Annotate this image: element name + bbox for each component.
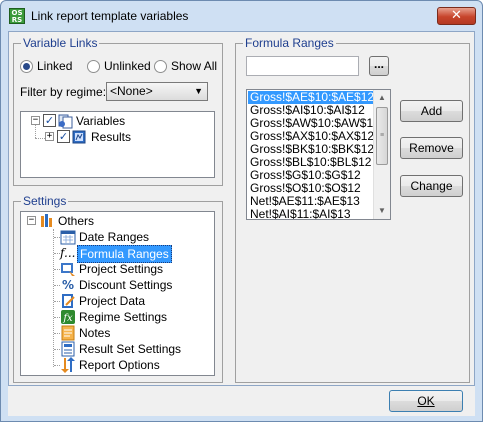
settings-item-project-settings[interactable]: Project Settings bbox=[21, 261, 211, 277]
browse-button[interactable]: ... bbox=[369, 56, 389, 76]
radio-show-all-label: Show All bbox=[171, 59, 218, 73]
formula-range-input[interactable] bbox=[246, 56, 359, 76]
settings-label-report-options: Report Options bbox=[79, 358, 160, 372]
project-data-icon bbox=[62, 294, 75, 308]
variable-links-title: Variable Links bbox=[21, 36, 100, 50]
results-checkbox[interactable]: ✓ bbox=[57, 130, 70, 143]
radio-linked-label: Linked bbox=[37, 59, 73, 73]
variables-icon bbox=[58, 114, 73, 129]
scroll-thumb[interactable]: ≡ bbox=[376, 107, 388, 165]
dialog-window: OS RS Link report template variables ✕ Va… bbox=[0, 0, 483, 422]
formula-ranges-title: Formula Ranges bbox=[243, 36, 336, 50]
expand-icon[interactable]: + bbox=[45, 132, 54, 141]
tree-label-variables: Variables bbox=[76, 114, 126, 128]
result-set-icon bbox=[61, 341, 75, 357]
notes-icon bbox=[61, 325, 75, 341]
calendar-icon bbox=[60, 230, 76, 245]
settings-label-date-ranges: Date Ranges bbox=[79, 230, 150, 244]
dialog-body: Variable Links Linked Unlinked Show All … bbox=[8, 31, 475, 386]
settings-item-notes[interactable]: Notes bbox=[21, 325, 211, 341]
tree-label-results: Results bbox=[91, 130, 132, 144]
settings-label-discount-settings: Discount Settings bbox=[79, 278, 173, 292]
project-settings-icon bbox=[61, 263, 75, 276]
svg-text:fx: fx bbox=[62, 313, 73, 324]
remove-button[interactable]: Remove bbox=[400, 137, 463, 159]
list-item[interactable]: Net!$AI$11:$AI$13 bbox=[248, 208, 373, 220]
results-icon bbox=[72, 130, 86, 144]
radio-unlinked-label: Unlinked bbox=[104, 59, 151, 73]
variable-links-group: Variable Links Linked Unlinked Show All … bbox=[13, 36, 223, 186]
collapse-icon[interactable]: − bbox=[27, 216, 36, 225]
tree-item-others[interactable]: − Others bbox=[21, 213, 211, 229]
settings-item-result-set-settings[interactable]: Result Set Settings bbox=[21, 341, 211, 357]
collapse-icon[interactable]: − bbox=[31, 116, 40, 125]
scroll-up-icon[interactable]: ▲ bbox=[374, 90, 390, 106]
window-title: Link report template variables bbox=[31, 9, 189, 23]
filter-label: Filter by regime: bbox=[20, 85, 107, 99]
function-icon: f... bbox=[60, 246, 76, 260]
settings-tree[interactable]: − Others Date Ranges f... Formula Ranges… bbox=[20, 211, 215, 376]
settings-label-result-set-settings: Result Set Settings bbox=[79, 342, 182, 356]
app-icon: OS RS bbox=[9, 8, 25, 24]
settings-label-project-data: Project Data bbox=[79, 294, 146, 308]
settings-group: Settings − Others Date Ranges f... Formu… bbox=[13, 194, 223, 383]
tree-item-results[interactable]: + ✓ Results bbox=[21, 129, 211, 145]
percent-icon: % bbox=[61, 278, 75, 292]
settings-item-report-options[interactable]: Report Options bbox=[21, 357, 211, 373]
others-icon bbox=[41, 214, 52, 227]
title-bar[interactable]: OS RS Link report template variables ✕ bbox=[1, 1, 482, 31]
close-button[interactable]: ✕ bbox=[437, 7, 476, 25]
formula-ranges-group: Formula Ranges ... Gross!$AE$10:$AE$12 G… bbox=[235, 36, 470, 383]
settings-item-discount-settings[interactable]: % Discount Settings bbox=[21, 277, 211, 293]
settings-label-notes: Notes bbox=[79, 326, 111, 340]
chevron-down-icon: ▼ bbox=[194, 86, 203, 96]
settings-item-regime-settings[interactable]: fx Regime Settings bbox=[21, 309, 211, 325]
settings-label-project-settings: Project Settings bbox=[79, 262, 164, 276]
list-scrollbar[interactable]: ▲ ≡ ▼ bbox=[373, 90, 390, 219]
radio-show-all[interactable]: Show All bbox=[154, 59, 217, 73]
radio-show-all-dot[interactable] bbox=[154, 59, 167, 73]
settings-item-date-ranges[interactable]: Date Ranges bbox=[21, 229, 211, 245]
dialog-footer: OK bbox=[8, 386, 475, 416]
ok-button[interactable]: OK bbox=[389, 390, 463, 412]
settings-label-regime-settings: Regime Settings bbox=[79, 310, 168, 324]
radio-linked-dot[interactable] bbox=[20, 59, 33, 73]
radio-unlinked-dot[interactable] bbox=[87, 59, 100, 73]
add-button[interactable]: Add bbox=[400, 100, 463, 122]
settings-item-formula-ranges[interactable]: f... Formula Ranges bbox=[21, 245, 211, 263]
report-options-icon bbox=[61, 357, 75, 373]
regime-icon: fx bbox=[61, 310, 75, 324]
regime-filter-select[interactable]: <None> ▼ bbox=[106, 82, 208, 101]
radio-linked[interactable]: Linked bbox=[20, 59, 72, 73]
tree-label-others: Others bbox=[58, 214, 95, 228]
scroll-down-icon[interactable]: ▼ bbox=[374, 203, 390, 219]
change-button[interactable]: Change bbox=[400, 175, 463, 197]
variables-checkbox[interactable]: ✓ bbox=[43, 114, 56, 127]
regime-filter-value: <None> bbox=[110, 84, 153, 98]
settings-title: Settings bbox=[21, 194, 69, 208]
tree-item-variables[interactable]: − ✓ Variables bbox=[21, 113, 211, 129]
formula-ranges-list[interactable]: Gross!$AE$10:$AE$12 Gross!$AI$10:$AI$12 … bbox=[246, 89, 391, 220]
settings-item-project-data[interactable]: Project Data bbox=[21, 293, 211, 309]
variables-tree[interactable]: − ✓ Variables + ✓ Results bbox=[20, 111, 215, 178]
radio-unlinked[interactable]: Unlinked bbox=[87, 59, 151, 73]
